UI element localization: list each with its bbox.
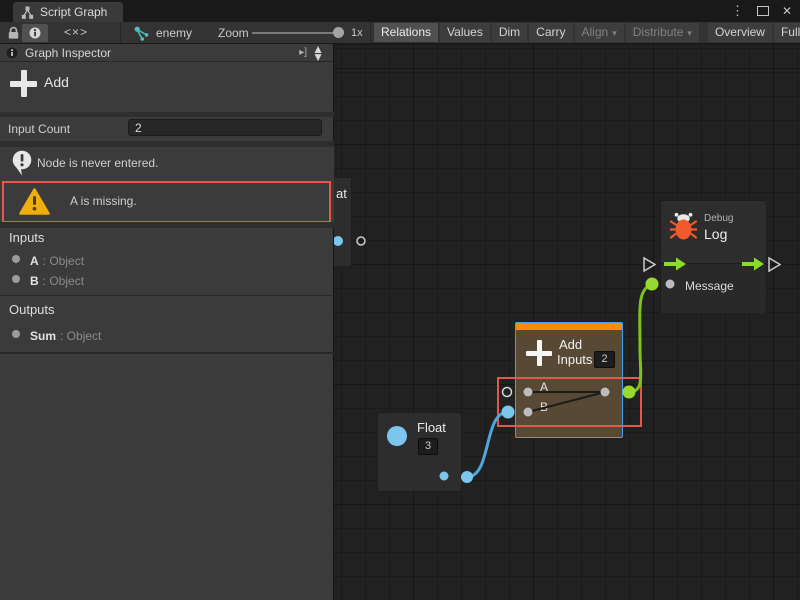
port-dot <box>12 330 20 338</box>
node-title: Add <box>559 337 582 352</box>
input-count-label: Input Count <box>8 122 70 136</box>
overview-button[interactable]: Overview <box>708 23 772 42</box>
speech-bubble-icon <box>12 150 32 176</box>
distribute-dropdown[interactable]: Distribute▾ <box>626 23 699 42</box>
wire-sum-to-message[interactable] <box>629 284 652 392</box>
info-icon <box>29 27 41 39</box>
scroll-spinner[interactable]: ▲ ▼ <box>305 45 324 61</box>
node-port-area: Message <box>661 263 766 313</box>
chevron-down-icon: ▾ <box>687 28 692 38</box>
window-controls: ⋮ ✕ <box>731 0 792 22</box>
code-view-icon[interactable]: <×> <box>64 25 88 39</box>
port-dot <box>12 275 20 283</box>
close-icon[interactable]: ✕ <box>782 0 792 22</box>
inspector-toggle-button[interactable] <box>22 24 48 42</box>
output-sum-row: Sum: Object <box>30 327 101 345</box>
section-divider <box>0 352 334 354</box>
float-value-field[interactable]: 3 <box>418 438 438 455</box>
zoom-slider-track[interactable] <box>252 32 344 34</box>
section-divider <box>0 295 334 296</box>
input-b-row: B: Object <box>30 272 84 290</box>
node-title-clipped: at <box>336 186 347 201</box>
zoom-label: Zoom <box>218 26 249 40</box>
wire-endpoint-blue[interactable] <box>461 471 473 483</box>
title-bar: Script Graph ⋮ ✕ <box>0 0 800 22</box>
add-unit-icon <box>10 70 37 97</box>
unconnected-port-indicator[interactable] <box>357 237 365 245</box>
bug-icon <box>670 212 697 241</box>
float-node[interactable]: Float 3 <box>377 412 462 492</box>
node-category: Debug <box>704 213 733 224</box>
warning-highlight-border <box>2 181 331 223</box>
toolbar-divider <box>370 22 371 43</box>
inspector-title: Graph Inspector <box>25 46 111 60</box>
unity-script-graph-window: Script Graph ⋮ ✕ <×> en <box>0 0 800 600</box>
graph-inspector-panel: Graph Inspector ▸] ▲ ▼ Add Input Count N… <box>0 44 334 600</box>
wire-endpoint-green[interactable] <box>646 278 659 291</box>
fullscreen-button[interactable]: Full Screen <box>774 23 800 42</box>
warning-highlight-border <box>497 377 642 427</box>
unconnected-flow-indicator[interactable] <box>644 258 655 271</box>
add-icon <box>526 340 552 366</box>
align-dropdown[interactable]: Align▾ <box>575 23 624 42</box>
input-count-field[interactable] <box>128 119 322 136</box>
dim-button[interactable]: Dim <box>492 23 527 42</box>
spinner-down-icon[interactable]: ▼ <box>312 53 324 61</box>
tab-title: Script Graph <box>40 5 107 19</box>
tab-script-graph[interactable]: Script Graph <box>13 2 123 22</box>
graph-name-label: enemy <box>156 26 192 40</box>
clipped-float-node[interactable]: at <box>334 177 352 267</box>
section-divider <box>0 222 334 228</box>
values-button[interactable]: Values <box>440 23 490 42</box>
lock-icon[interactable] <box>7 26 20 40</box>
graph-toolbar: <×> enemy Zoom 1x Relations Values Dim C… <box>0 22 800 44</box>
carry-button[interactable]: Carry <box>529 23 572 42</box>
section-divider <box>0 112 334 117</box>
unconnected-flow-indicator[interactable] <box>769 258 780 271</box>
node-title: Log <box>704 226 727 242</box>
maximize-icon[interactable] <box>757 6 769 16</box>
unit-title: Add <box>44 74 69 90</box>
debug-log-node[interactable]: Debug Log Message <box>660 200 767 312</box>
script-graph-icon <box>21 6 34 19</box>
node-title: Float <box>417 420 446 435</box>
relations-button[interactable]: Relations <box>374 23 438 42</box>
toolbar-divider <box>120 22 121 43</box>
outputs-section-header: Outputs <box>9 302 55 317</box>
info-message-text: Node is never entered. <box>37 156 158 170</box>
window-menu-icon[interactable]: ⋮ <box>731 0 744 22</box>
chevron-down-icon: ▾ <box>612 28 617 38</box>
info-icon <box>6 47 18 59</box>
input-count-badge[interactable]: 2 <box>594 351 615 368</box>
info-message-row: Node is never entered. <box>0 147 334 180</box>
message-port-label: Message <box>685 279 734 293</box>
inputs-section-header: Inputs <box>9 230 44 245</box>
node-subtitle: Inputs <box>557 352 592 367</box>
zoom-slider-handle[interactable] <box>333 27 344 38</box>
input-a-row: A: Object <box>30 252 84 270</box>
graph-canvas[interactable]: at Float 3 Add Inputs 2 A B <box>334 44 800 600</box>
graph-asset-icon <box>134 26 150 41</box>
toolbar-buttons: Relations Values Dim Carry Align▾ Distri… <box>374 23 800 42</box>
port-dot <box>12 255 20 263</box>
inspector-header: Graph Inspector ▸] ▲ ▼ <box>0 44 333 62</box>
node-color-strip <box>516 323 622 330</box>
zoom-value: 1x <box>351 27 363 39</box>
float-type-icon <box>387 426 407 446</box>
